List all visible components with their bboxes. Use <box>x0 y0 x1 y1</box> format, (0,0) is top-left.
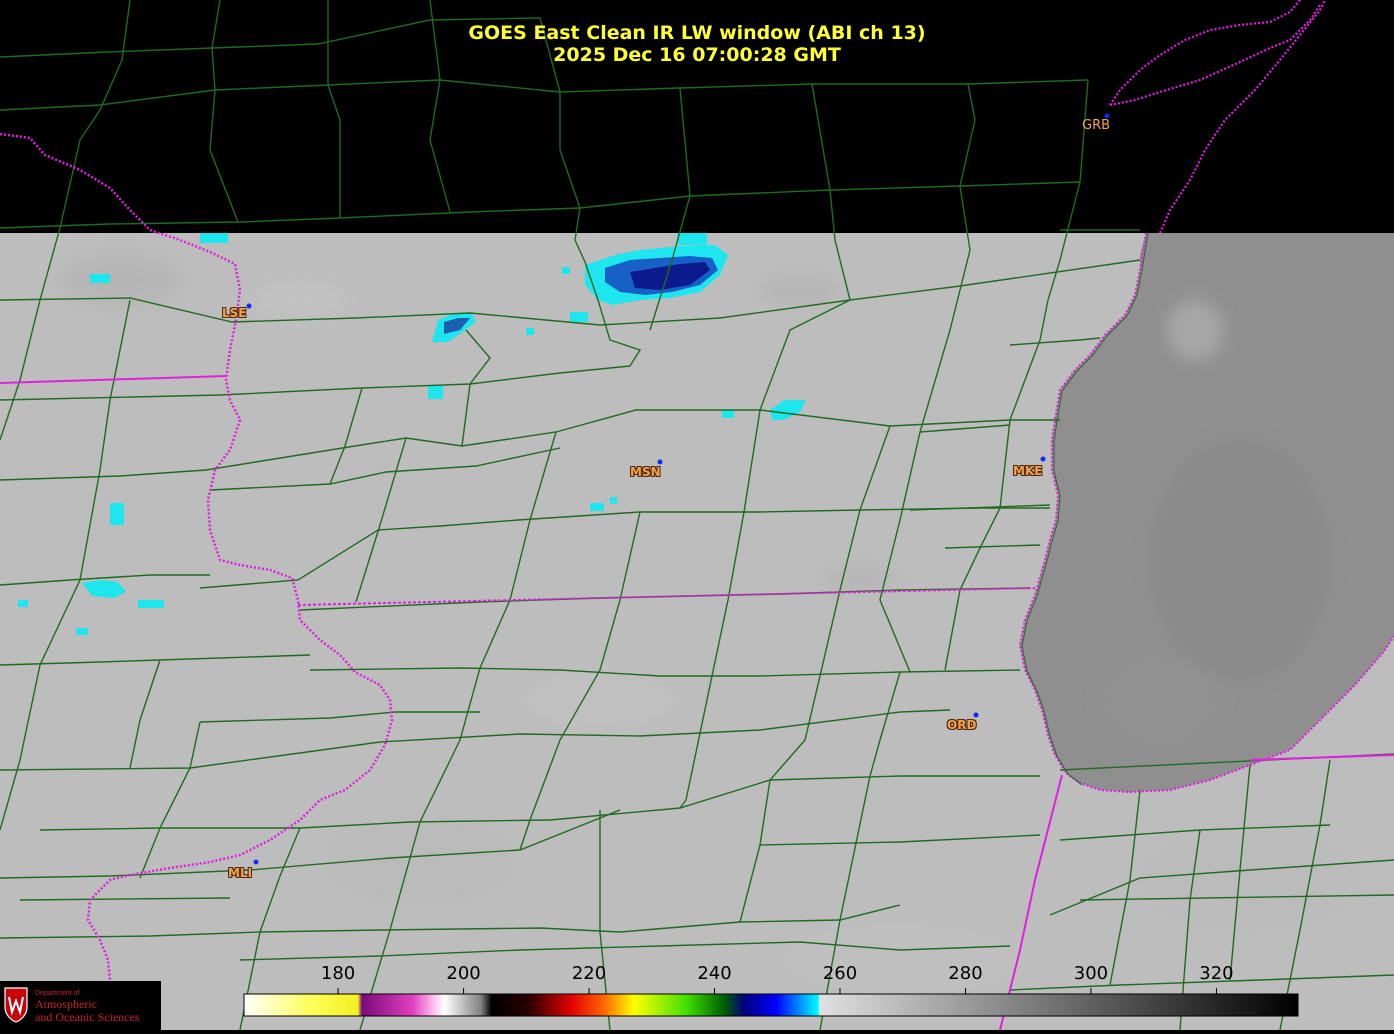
city-label-lse: LSE <box>222 306 247 320</box>
city-label-grb: GRB <box>1082 118 1111 133</box>
colorbar-tick-label: 180 <box>320 963 356 984</box>
city-label-ord: ORD <box>947 718 977 732</box>
colorbar-tick-label: 320 <box>1199 963 1234 984</box>
colorbar-tick-label: 200 <box>446 963 481 984</box>
mli-marker <box>253 859 259 865</box>
colorbar-tick-label: 260 <box>822 963 858 984</box>
colorbar-gradient <box>243 993 1299 1017</box>
logo-name-line2: and Oceanic Sciences <box>35 1010 140 1024</box>
ord-marker <box>973 712 979 718</box>
msn-marker <box>657 459 663 465</box>
logo-department-text: Department of <box>35 990 80 997</box>
satellite-map: GOES East Clean IR LW window (ABI ch 13)… <box>0 0 1394 1031</box>
city-label-msn: MSN <box>630 465 661 479</box>
mke-marker <box>1040 456 1046 462</box>
image-timestamp: 2025 Dec 16 07:00:28 GMT <box>553 44 841 66</box>
lse-marker <box>246 303 252 309</box>
uw-crest-icon <box>4 987 28 1023</box>
aos-logo[interactable]: Department of Atmospheric and Oceanic Sc… <box>0 981 161 1030</box>
colorbar-tick-label: 300 <box>1073 963 1109 984</box>
colorbar-tick-label: 280 <box>948 963 983 984</box>
city-label-mli: MLI <box>228 866 253 880</box>
colorbar-tick-label: 220 <box>571 963 607 984</box>
colorbar-tick-label: 240 <box>697 963 732 984</box>
image-title: GOES East Clean IR LW window (ABI ch 13) <box>468 22 926 44</box>
city-label-mke: MKE <box>1013 464 1043 478</box>
